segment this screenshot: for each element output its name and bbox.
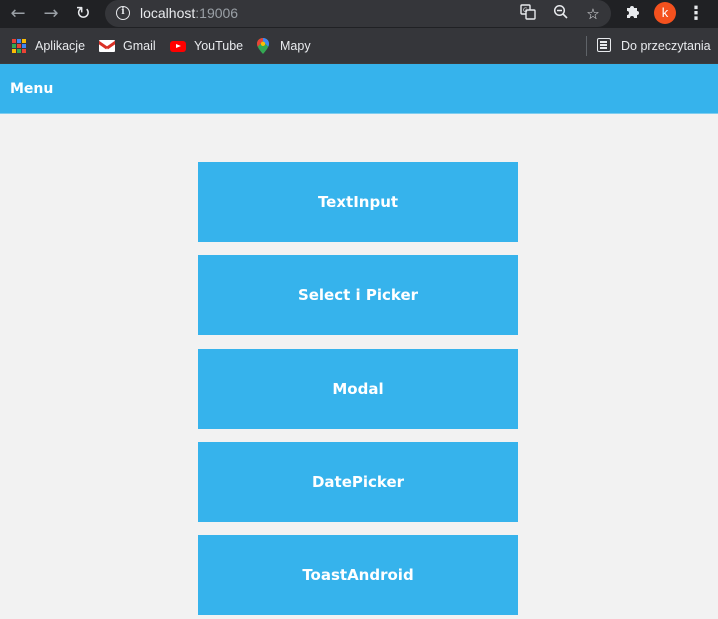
back-arrow-icon[interactable]: ← <box>7 3 29 25</box>
bookmark-label: YouTube <box>194 39 244 53</box>
bookmarks-divider <box>586 36 587 56</box>
forward-arrow-icon[interactable]: → <box>40 3 62 25</box>
address-bar[interactable]: i localhost:19006 G ☆ <box>105 0 611 27</box>
menu-button-select-picker[interactable]: Select i Picker <box>198 255 518 335</box>
url-text[interactable]: localhost:19006 <box>140 5 238 22</box>
menu-button-textinput[interactable]: TextInput <box>198 162 518 242</box>
gmail-icon <box>99 38 115 54</box>
url-host: localhost <box>140 5 196 21</box>
reload-icon[interactable]: ↻ <box>72 3 94 25</box>
menu-button-datepicker[interactable]: DatePicker <box>198 442 518 522</box>
youtube-icon <box>170 38 186 54</box>
bookmark-maps[interactable]: Mapy <box>256 37 311 55</box>
bookmark-label: Mapy <box>280 39 311 53</box>
translate-icon[interactable]: G <box>518 4 538 24</box>
url-port: :19006 <box>195 5 239 21</box>
browser-toolbar: ← → ↻ i localhost:19006 G ☆ k ⋮ <box>0 0 718 28</box>
avatar[interactable]: k <box>654 2 676 24</box>
bookmark-apps[interactable]: Aplikacje <box>11 37 85 55</box>
bookmark-youtube[interactable]: YouTube <box>170 37 243 55</box>
puzzle-icon[interactable] <box>622 3 644 25</box>
menu-button-toastandroid[interactable]: ToastAndroid <box>198 535 518 615</box>
info-icon[interactable]: i <box>116 6 130 20</box>
bookmarks-bar: Aplikacje Gmail YouTube Mapy Do przeczyt… <box>0 28 718 64</box>
zoom-out-icon[interactable] <box>551 4 571 24</box>
kebab-menu-icon[interactable]: ⋮ <box>686 3 706 25</box>
reading-list-label: Do przeczytania <box>621 39 711 53</box>
menu-button-modal[interactable]: Modal <box>198 349 518 429</box>
reading-list-icon <box>597 38 613 54</box>
star-icon[interactable]: ☆ <box>583 4 603 24</box>
page-title: Menu <box>10 81 54 97</box>
bookmark-label: Gmail <box>123 39 156 53</box>
bookmark-gmail[interactable]: Gmail <box>99 37 156 55</box>
bookmark-label: Aplikacje <box>35 39 86 53</box>
maps-icon <box>256 38 272 54</box>
svg-text:G: G <box>523 7 528 14</box>
app-header: Menu <box>0 64 718 114</box>
apps-grid-icon <box>11 38 27 54</box>
reading-list-button[interactable]: Do przeczytania <box>597 37 711 55</box>
